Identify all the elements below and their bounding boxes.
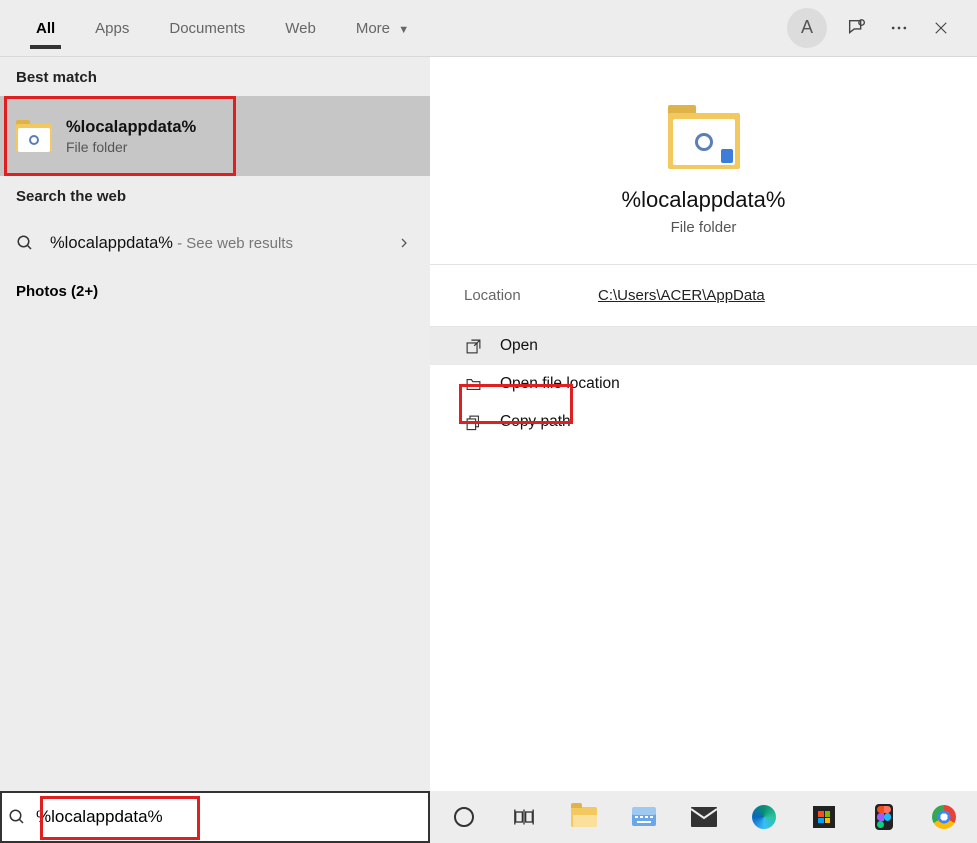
filter-tabs: All Apps Documents Web More ▼ <box>16 4 787 51</box>
action-label: Open file location <box>500 375 620 393</box>
main-content: Best match %localappdata% File folder Se… <box>0 56 977 791</box>
search-icon <box>2 808 32 826</box>
folder-icon <box>16 120 52 152</box>
action-open-location[interactable]: Open file location <box>430 365 977 403</box>
tab-web[interactable]: Web <box>265 4 336 51</box>
search-input[interactable] <box>32 801 428 833</box>
microsoft-store-icon[interactable] <box>810 803 838 831</box>
results-panel: Best match %localappdata% File folder Se… <box>0 56 430 791</box>
detail-header: %localappdata% File folder Location C:\U… <box>430 57 977 441</box>
web-result-title: %localappdata% <box>50 234 173 252</box>
search-icon <box>16 234 36 252</box>
bottom-bar <box>0 791 977 843</box>
close-icon[interactable] <box>929 16 953 40</box>
photos-result[interactable]: Photos (2+) <box>0 271 430 312</box>
tab-more[interactable]: More ▼ <box>336 4 429 51</box>
folder-icon-large <box>668 105 740 169</box>
actions-list: Open Open file location Copy path <box>430 327 977 441</box>
header-right: A <box>787 8 961 48</box>
action-open[interactable]: Open <box>430 327 977 365</box>
result-title: %localappdata% <box>66 118 196 137</box>
search-header: All Apps Documents Web More ▼ A <box>0 0 977 56</box>
task-view-icon[interactable] <box>510 803 538 831</box>
best-match-label: Best match <box>0 57 430 96</box>
tab-more-label: More <box>356 20 390 37</box>
action-label: Open <box>500 337 538 355</box>
taskbar <box>430 791 977 843</box>
mail-icon[interactable] <box>690 803 718 831</box>
keyboard-app-icon[interactable] <box>630 803 658 831</box>
chevron-right-icon <box>398 235 410 251</box>
detail-title: %localappdata% <box>622 187 786 213</box>
action-copy-path[interactable]: Copy path <box>430 403 977 441</box>
location-label: Location <box>464 287 598 304</box>
figma-icon[interactable] <box>870 803 898 831</box>
web-result-suffix: - See web results <box>173 235 293 252</box>
edge-icon[interactable] <box>750 803 778 831</box>
cortana-icon[interactable] <box>450 803 478 831</box>
copy-icon <box>464 413 482 431</box>
more-options-icon[interactable] <box>887 16 911 40</box>
chrome-icon[interactable] <box>930 803 958 831</box>
result-subtitle: File folder <box>66 139 196 155</box>
file-explorer-icon[interactable] <box>570 803 598 831</box>
best-match-result[interactable]: %localappdata% File folder <box>0 96 430 176</box>
chevron-down-icon: ▼ <box>398 24 409 36</box>
open-icon <box>464 337 482 355</box>
location-value[interactable]: C:\Users\ACER\AppData <box>598 287 765 304</box>
tab-apps[interactable]: Apps <box>75 4 149 51</box>
action-label: Copy path <box>500 413 571 431</box>
tab-all[interactable]: All <box>16 4 75 51</box>
location-row: Location C:\Users\ACER\AppData <box>430 265 977 326</box>
folder-location-icon <box>464 375 482 393</box>
feedback-icon[interactable] <box>845 16 869 40</box>
result-text: %localappdata% File folder <box>66 118 196 155</box>
tab-documents[interactable]: Documents <box>149 4 265 51</box>
search-box[interactable] <box>0 791 430 843</box>
search-web-label: Search the web <box>0 176 430 215</box>
user-avatar[interactable]: A <box>787 8 827 48</box>
web-result[interactable]: %localappdata% - See web results <box>0 215 430 271</box>
detail-panel: %localappdata% File folder Location C:\U… <box>430 56 977 791</box>
web-result-text: %localappdata% - See web results <box>50 234 293 253</box>
detail-subtitle: File folder <box>671 219 737 236</box>
